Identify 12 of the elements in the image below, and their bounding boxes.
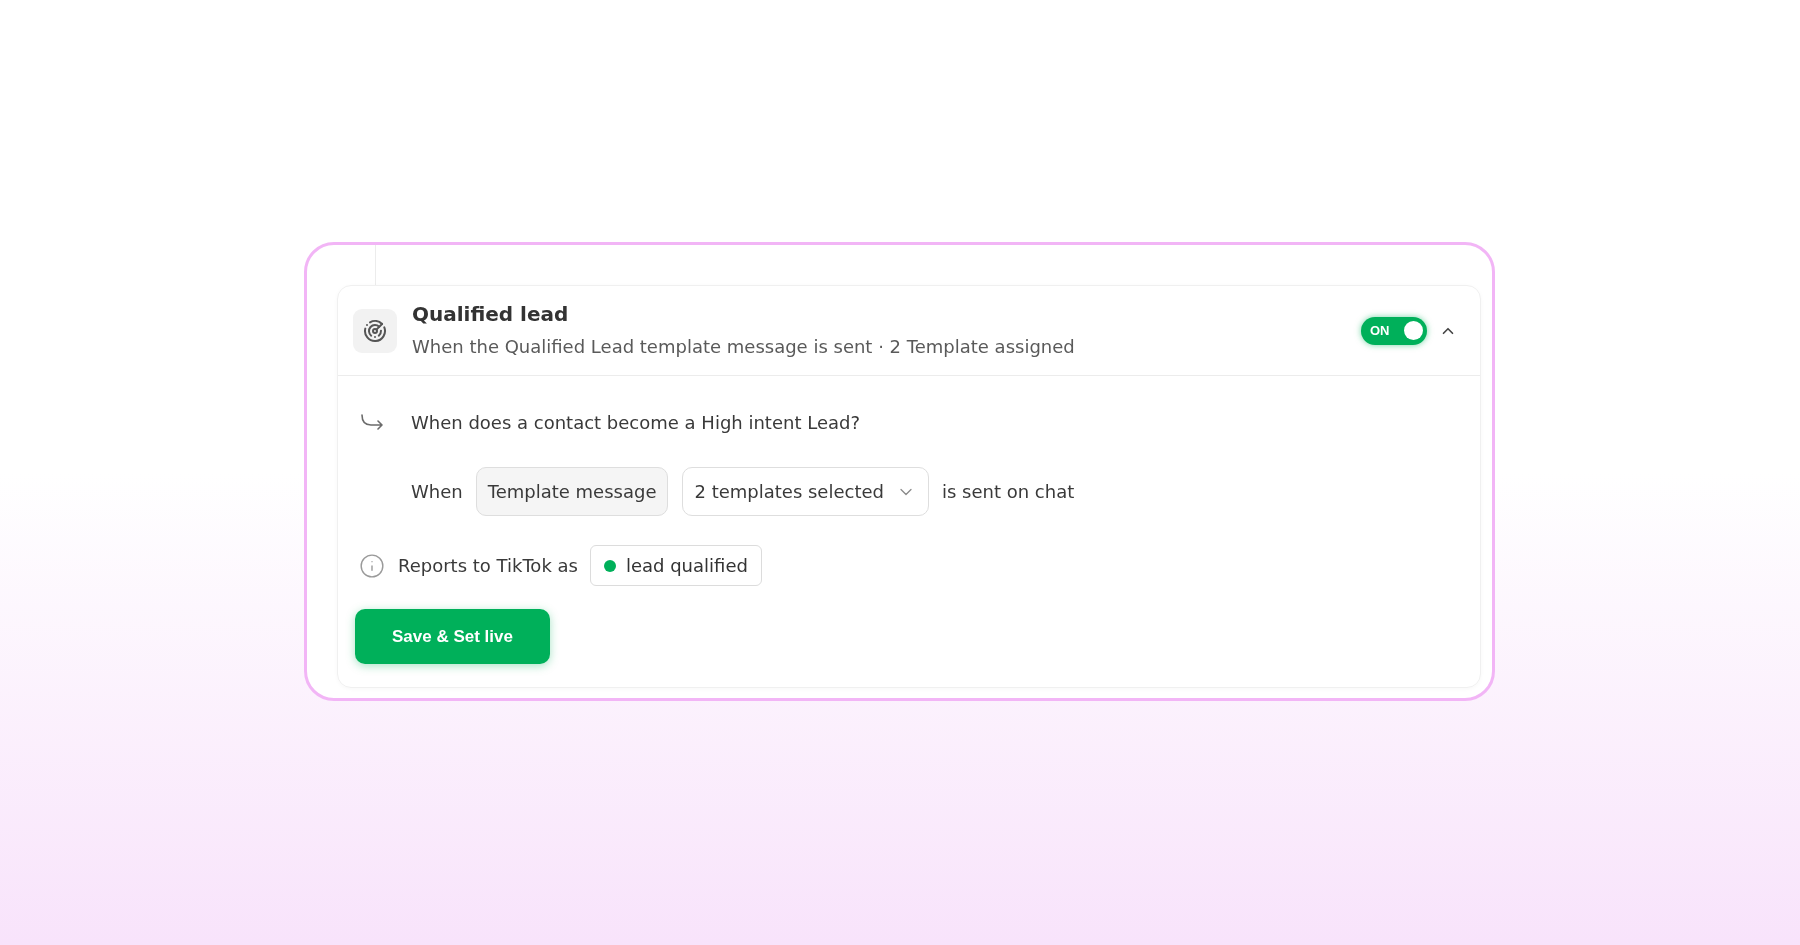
when-label: When xyxy=(411,480,463,504)
event-tag: lead qualified xyxy=(589,545,762,586)
condition-suffix: is sent on chat xyxy=(941,480,1075,504)
card-title: Qualified lead xyxy=(412,302,570,326)
card-subtitle: When the Qualified Lead template message is sent · 2 Template assigned xyxy=(412,335,1076,359)
radar-icon xyxy=(363,318,387,343)
question-text: When does a contact become a High intent Lead? xyxy=(411,410,860,435)
info-icon xyxy=(359,552,385,579)
report-label: Reports to TikTok as xyxy=(398,554,578,578)
trigger-type-field[interactable]: Template message xyxy=(475,467,669,516)
templates-dropdown[interactable]: 2 templates selected xyxy=(682,467,929,516)
corner-arrow-icon xyxy=(360,414,384,430)
